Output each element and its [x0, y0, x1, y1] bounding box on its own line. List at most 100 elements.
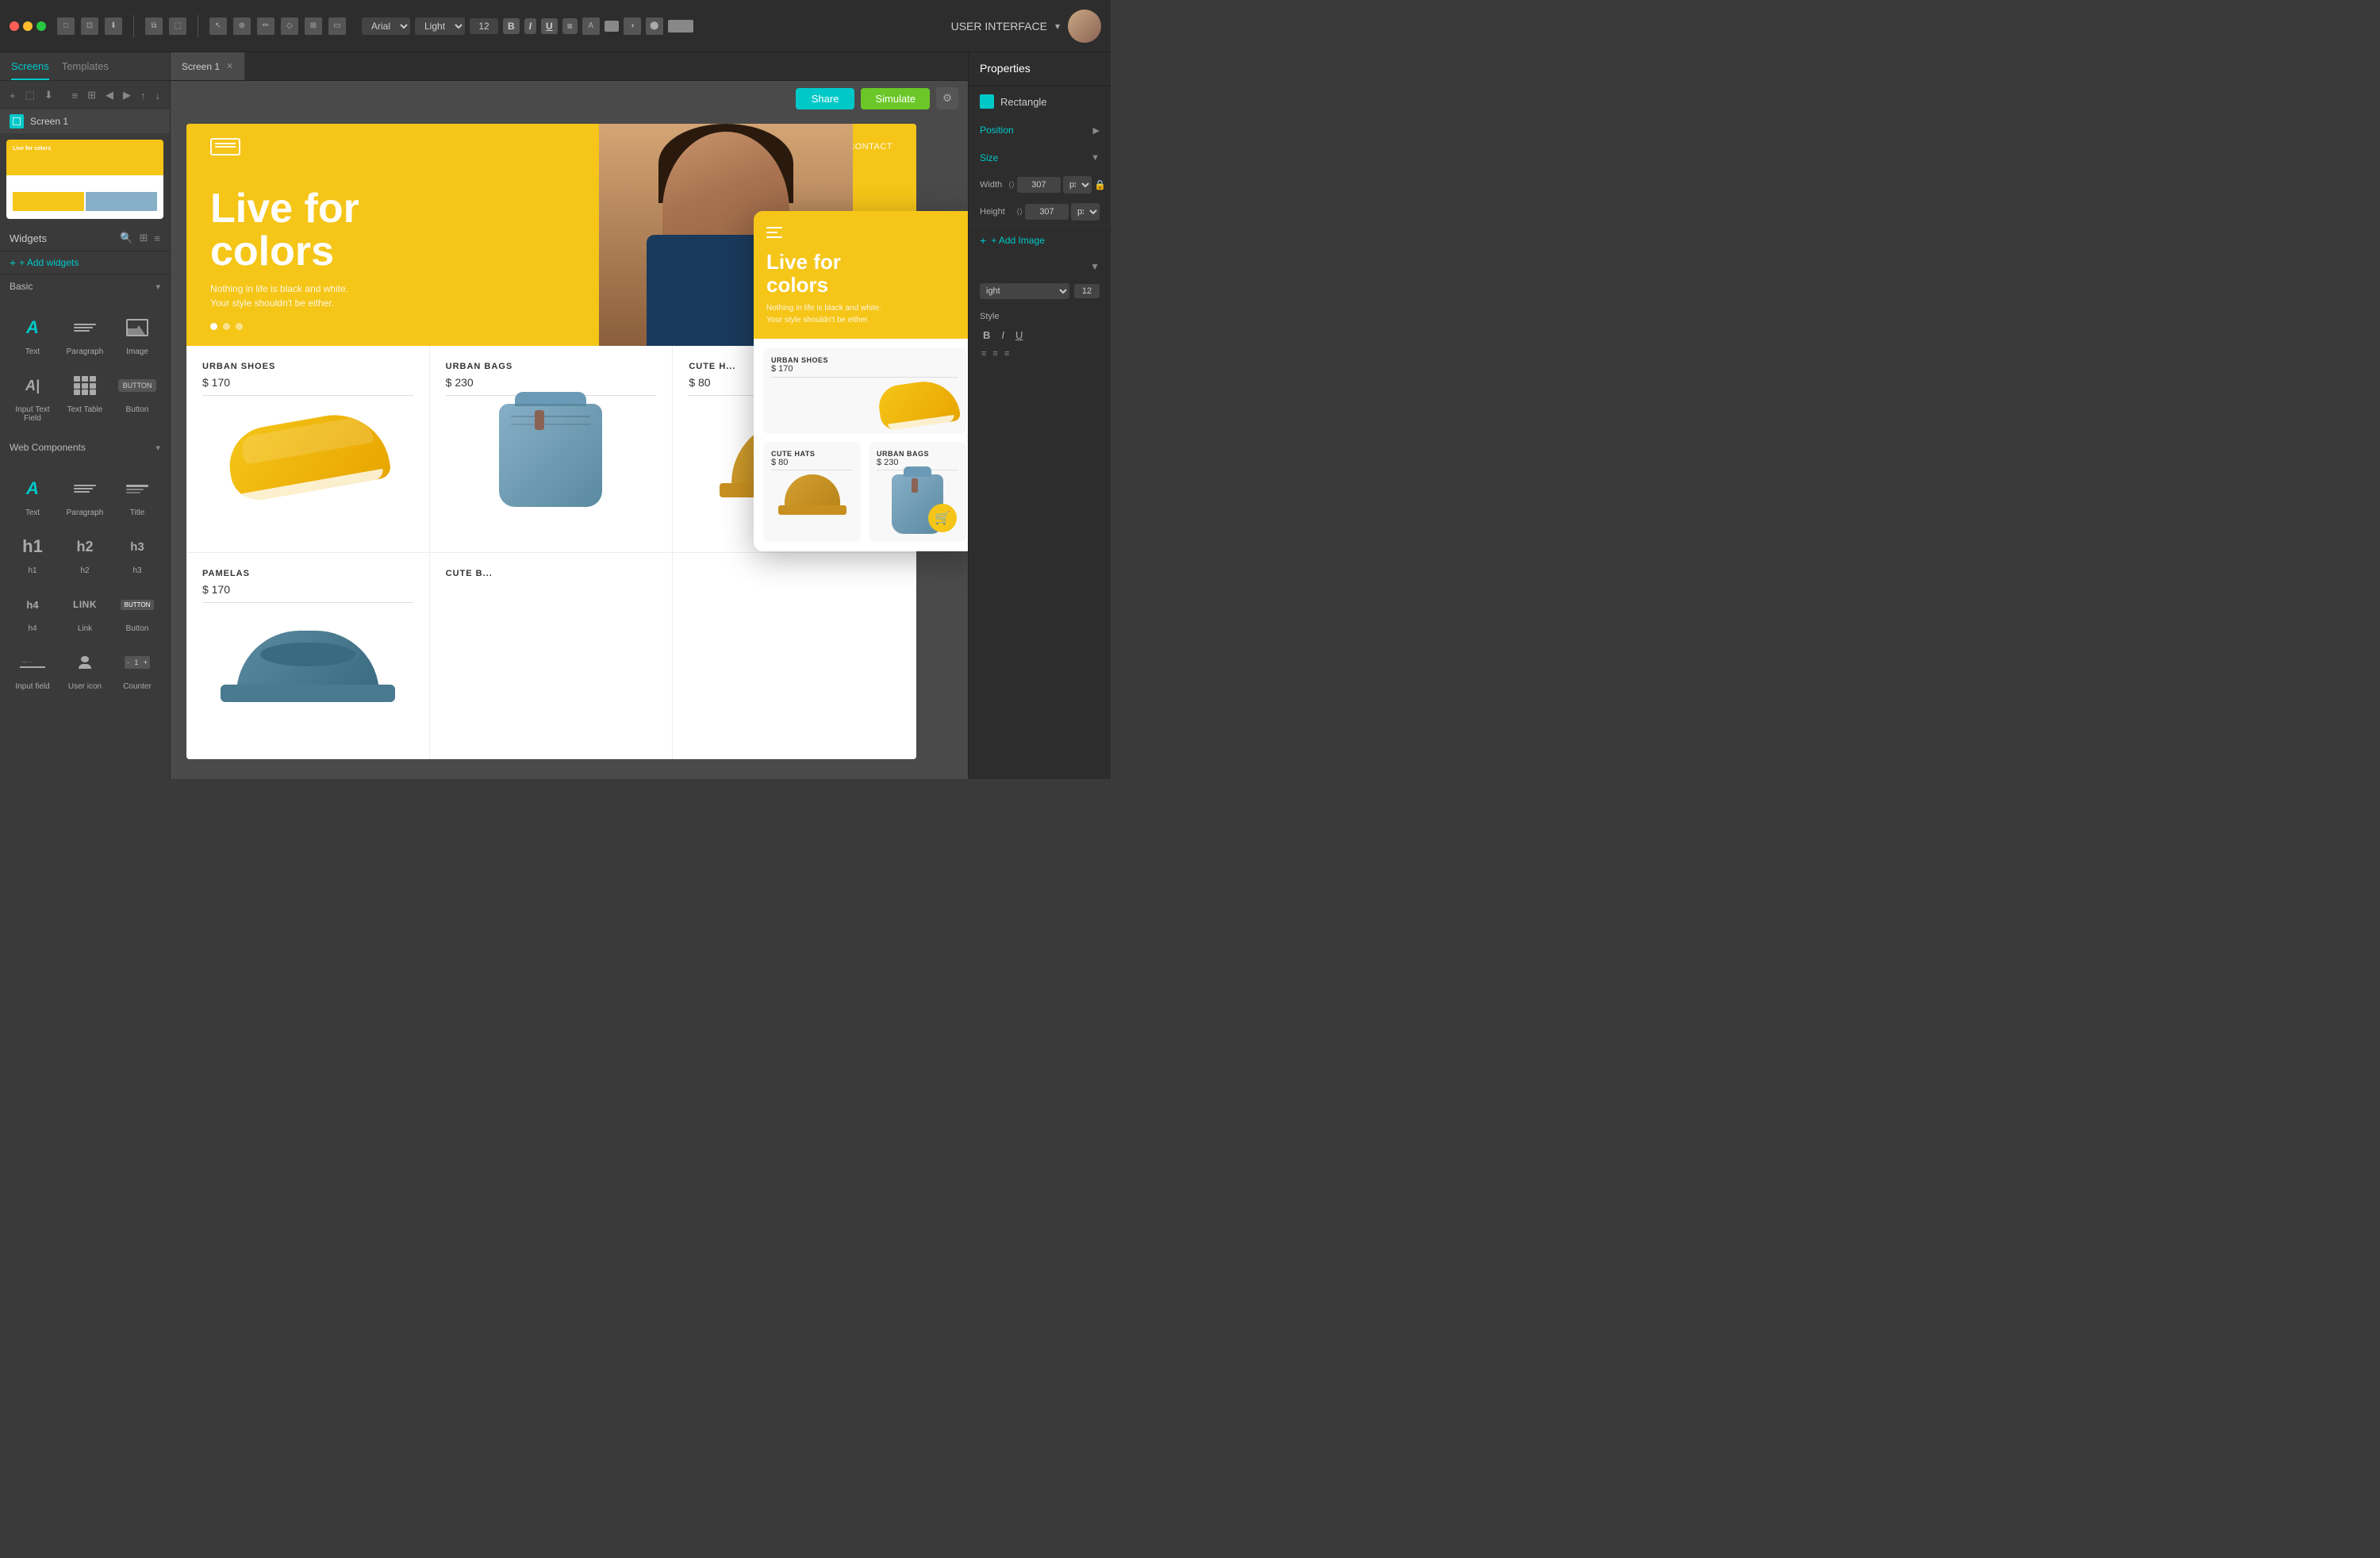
panel-font-size-input[interactable] [1074, 284, 1100, 298]
minimize-dot[interactable] [23, 21, 33, 31]
widget-text[interactable]: A Text [6, 305, 59, 363]
height-unit-select[interactable]: px [1071, 203, 1100, 221]
widget-user-icon[interactable]: User icon [59, 639, 111, 697]
widget-text-table[interactable]: Text Table [59, 363, 111, 429]
new-file-icon[interactable]: □ [57, 17, 75, 35]
widgets-list-btn[interactable]: ≡ [154, 232, 160, 244]
widget-paragraph[interactable]: Paragraph [59, 305, 111, 363]
simulate-button[interactable]: Simulate [861, 88, 930, 109]
widget-h3[interactable]: h3 h3 [111, 524, 163, 581]
wc-title-icon [121, 472, 154, 505]
section-chevron-down[interactable]: ▼ [969, 255, 1111, 278]
widget-wc-text[interactable]: A Text [6, 466, 59, 524]
width-unit-select[interactable]: px [1063, 176, 1092, 194]
save-icon[interactable]: ⬇ [105, 17, 122, 35]
copy-icon[interactable]: ⧉ [145, 17, 163, 35]
height-input[interactable] [1025, 204, 1069, 220]
screen-save-btn[interactable]: ⬇ [41, 87, 56, 103]
align-btn[interactable]: ≡ [562, 18, 578, 34]
maximize-dot[interactable] [36, 21, 46, 31]
user-avatar[interactable] [1068, 10, 1101, 43]
settings-button[interactable]: ⚙ [936, 87, 958, 109]
h2-icon: h2 [68, 530, 102, 563]
hero-dot-3[interactable] [236, 323, 243, 330]
bold-btn[interactable]: B [503, 18, 520, 34]
widget-link[interactable]: LINK Link [59, 581, 111, 639]
nav-prev[interactable]: ◀ [102, 87, 117, 103]
right-panel: Properties Rectangle Position ▶ Size ▼ W… [968, 52, 1111, 779]
canvas-tab-close[interactable]: ✕ [226, 61, 233, 71]
mobile-cart-btn[interactable]: 🛒 [928, 504, 957, 532]
widget-h2[interactable]: h2 h2 [59, 524, 111, 581]
color-icon[interactable] [605, 21, 619, 32]
product-card-pamelas: PAMELAS $ 170 [186, 553, 430, 759]
widget-input-field[interactable]: — - Input field [6, 639, 59, 697]
widgets-search-btn[interactable]: 🔍 [120, 232, 132, 244]
align-right-btn[interactable]: ≡ [1003, 347, 1011, 360]
add-screen-btn[interactable]: + [6, 88, 19, 103]
widget-h4[interactable]: h4 h4 [6, 581, 59, 639]
widget-wc-title[interactable]: Title [111, 466, 163, 524]
shape-icon[interactable]: ◇ [281, 17, 298, 35]
zoom-icon[interactable]: ⊕ [233, 17, 251, 35]
style-underline-btn[interactable]: U [1012, 328, 1026, 343]
hero-dot-2[interactable] [223, 323, 230, 330]
font-size-input[interactable] [470, 18, 498, 34]
device-icon[interactable]: ▭ [328, 17, 346, 35]
widget-button[interactable]: BUTTON Button [111, 363, 163, 429]
font-family-select[interactable]: Arial [362, 17, 410, 35]
open-icon[interactable]: ⊡ [81, 17, 98, 35]
position-header[interactable]: Position ▶ [969, 117, 1111, 144]
widget-wc-button[interactable]: BUTTON Button [111, 581, 163, 639]
component-icon[interactable]: ⊞ [305, 17, 322, 35]
style-bold-btn[interactable]: B [980, 328, 993, 343]
tab-screens[interactable]: Screens [11, 60, 49, 80]
shadow-icon[interactable]: ⬤ [646, 17, 663, 35]
widget-h1[interactable]: h1 h1 [6, 524, 59, 581]
tab-templates[interactable]: Templates [62, 60, 109, 80]
italic-btn[interactable]: I [524, 18, 536, 34]
nav-down[interactable]: ↓ [152, 88, 164, 103]
widgets-grid-btn[interactable]: ⊞ [140, 232, 148, 244]
color-swatch[interactable] [668, 20, 693, 33]
width-lock-icon[interactable]: 🔒 [1094, 179, 1106, 190]
close-dot[interactable] [10, 21, 19, 31]
width-input[interactable] [1017, 177, 1061, 193]
wc-title-label: Title [130, 508, 145, 517]
product-card-cute-bags: CUTE B... [430, 553, 674, 759]
align-left-btn[interactable]: ≡ [980, 347, 988, 360]
stroke-icon[interactable]: ◑ [624, 17, 641, 35]
widget-image[interactable]: Image [111, 305, 163, 363]
widget-counter[interactable]: - 1 + Counter [111, 639, 163, 697]
screen-item[interactable]: Screen 1 [0, 109, 170, 133]
style-italic-btn[interactable]: I [998, 328, 1008, 343]
text-color-icon[interactable]: A [582, 17, 600, 35]
ui-chevron[interactable]: ▾ [1055, 21, 1060, 32]
nav-up[interactable]: ↑ [137, 88, 149, 103]
hero-title: Live for colors [210, 187, 359, 274]
add-widgets-btn[interactable]: + + Add widgets [0, 251, 170, 274]
align-center-btn[interactable]: ≡ [991, 347, 999, 360]
share-button[interactable]: Share [796, 88, 855, 109]
screen-list-btn[interactable]: ≡ [69, 88, 82, 103]
wc-button-icon: BUTTON [121, 588, 154, 621]
widget-wc-paragraph[interactable]: Paragraph [59, 466, 111, 524]
screen-grid-btn[interactable]: ⊞ [84, 87, 99, 103]
widget-input-text-field[interactable]: A| Input Text Field [6, 363, 59, 429]
screen-frame-btn[interactable]: ⬚ [22, 87, 38, 103]
font-weight-select[interactable]: Light [415, 17, 465, 35]
cursor-icon[interactable]: ↖ [209, 17, 227, 35]
web-components-group-header[interactable]: Web Components ▾ [0, 436, 170, 459]
frame-icon[interactable]: ⬚ [169, 17, 186, 35]
pen-icon[interactable]: ✏ [257, 17, 274, 35]
add-image-btn[interactable]: + + Add Image [969, 226, 1111, 255]
nav-link-contact[interactable]: CONTACT [848, 142, 892, 152]
underline-btn[interactable]: U [541, 18, 558, 34]
hero-dot-1[interactable] [210, 323, 217, 330]
nav-next-right[interactable]: ▶ [120, 87, 134, 103]
panel-font-weight-select[interactable]: ight [980, 283, 1069, 299]
mobile-hats-price: $ 80 [771, 458, 853, 470]
basic-group-header[interactable]: Basic ▾ [0, 274, 170, 298]
size-header[interactable]: Size ▼ [969, 144, 1111, 171]
canvas-tab-screen1[interactable]: Screen 1 ✕ [171, 52, 245, 80]
